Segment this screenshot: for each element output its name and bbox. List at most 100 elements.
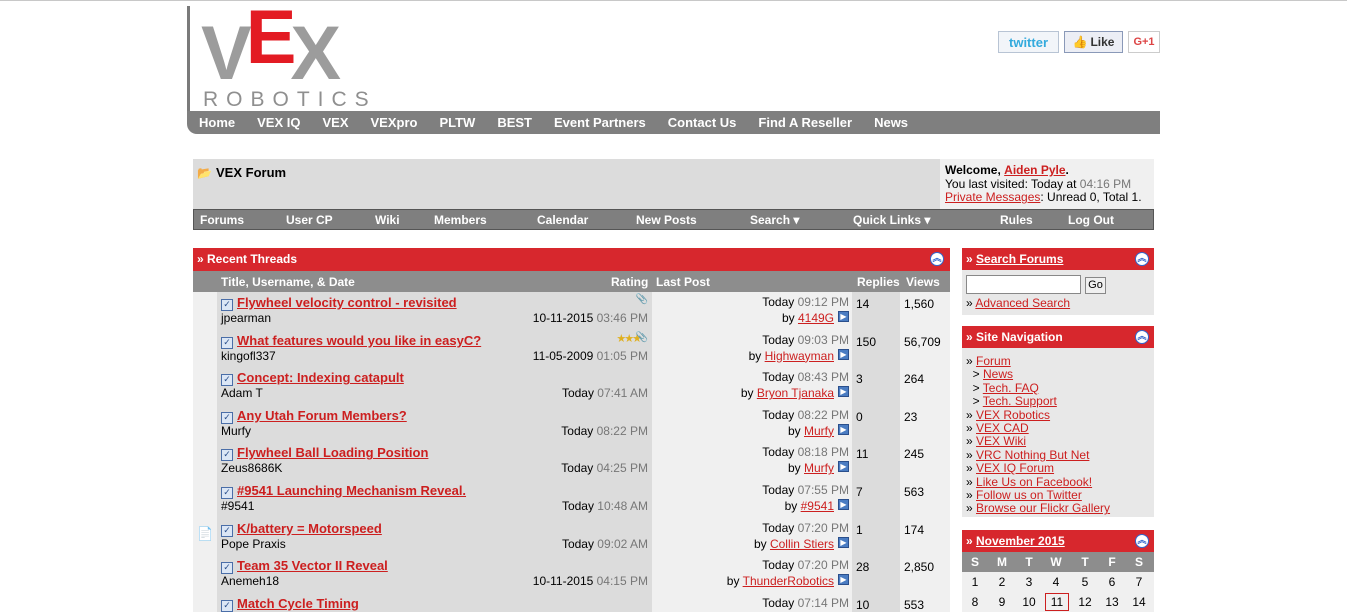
thread-title-link[interactable]: What features would you like in easyC? — [237, 333, 481, 348]
calendar-month-link[interactable]: November 2015 — [976, 534, 1065, 548]
thread-title-link[interactable]: Flywheel velocity control - revisited — [237, 295, 457, 310]
go-to-last-post-icon[interactable]: ▶ — [838, 311, 849, 322]
main-nav-item[interactable]: VEX — [322, 115, 348, 130]
sub-nav-item[interactable]: New Posts — [636, 213, 697, 227]
private-messages-link[interactable]: Private Messages — [945, 190, 1040, 204]
sub-nav-item[interactable]: User CP — [286, 213, 333, 227]
last-post-user-link[interactable]: Collin Stiers — [770, 537, 834, 551]
calendar-day[interactable]: 5 — [1074, 575, 1096, 589]
site-nav-link[interactable]: Forum — [976, 354, 1011, 368]
collapse-icon[interactable]: ︽ — [1135, 534, 1149, 548]
main-nav-item[interactable]: News — [874, 115, 908, 130]
search-input[interactable] — [966, 275, 1081, 294]
site-nav-link[interactable]: VRC Nothing But Net — [976, 448, 1089, 462]
sub-nav-item[interactable]: Wiki — [375, 213, 400, 227]
last-post-user-link[interactable]: 4149G — [798, 311, 834, 325]
go-to-last-post-icon[interactable]: ▶ — [838, 386, 849, 398]
forum-title[interactable]: VEX Forum — [216, 165, 286, 180]
calendar-day[interactable]: 2 — [991, 575, 1013, 589]
sub-nav-item[interactable]: Members — [434, 213, 487, 227]
collapse-icon[interactable]: ︽ — [930, 252, 944, 266]
last-post-by: by Bryon Tjanaka — [740, 386, 834, 401]
go-to-last-post-icon[interactable]: ▶ — [838, 461, 849, 473]
main-nav-item[interactable]: BEST — [497, 115, 532, 130]
main-nav-item[interactable]: PLTW — [439, 115, 475, 130]
sub-nav-item[interactable]: Rules — [1000, 213, 1033, 227]
site-nav-link[interactable]: Like Us on Facebook! — [976, 475, 1092, 489]
facebook-like-button[interactable]: 👍 Like — [1064, 31, 1123, 53]
last-post-user-link[interactable]: Bryon Tjanaka — [757, 386, 834, 400]
site-nav-link[interactable]: News — [983, 367, 1013, 381]
sub-nav-item[interactable]: Log Out — [1068, 213, 1114, 227]
collapse-icon[interactable]: ︽ — [1135, 330, 1149, 344]
thread-title-link[interactable]: Team 35 Vector II Reveal — [237, 558, 388, 573]
sub-nav-item[interactable]: Forums — [200, 213, 244, 227]
calendar-day[interactable]: 14 — [1128, 595, 1150, 609]
main-nav-item[interactable]: Home — [199, 115, 235, 130]
thread-title-link[interactable]: Any Utah Forum Members? — [237, 408, 407, 423]
advanced-search-link[interactable]: Advanced Search — [975, 296, 1070, 310]
site-nav-link[interactable]: VEX Robotics — [976, 408, 1050, 422]
calendar-day[interactable]: 3 — [1018, 575, 1040, 589]
go-to-last-post-icon[interactable]: ▶ — [838, 423, 849, 435]
main-nav-item[interactable]: Find A Reseller — [758, 115, 852, 130]
col-rating[interactable]: Rating — [611, 275, 648, 289]
last-post-user-link[interactable]: #9541 — [801, 499, 834, 513]
calendar-day[interactable]: 13 — [1101, 595, 1123, 609]
thread-title-link[interactable]: Concept: Indexing catapult — [237, 370, 404, 385]
col-last-post[interactable]: Last Post — [656, 275, 710, 289]
site-nav-link[interactable]: VEX CAD — [976, 421, 1029, 435]
welcome-panel: Welcome, Aiden Pyle. You last visited: T… — [940, 159, 1154, 209]
main-nav-item[interactable]: Contact Us — [668, 115, 737, 130]
calendar-week: 8 9 10 11 12 13 14 — [962, 592, 1154, 612]
calendar-day[interactable]: 1 — [964, 575, 986, 589]
twitter-button[interactable]: twitter — [998, 31, 1059, 53]
last-post-date: Today 07:14 PM — [762, 595, 849, 610]
search-forums-title[interactable]: Search Forums — [976, 252, 1063, 266]
username-link[interactable]: Aiden Pyle — [1004, 163, 1065, 177]
site-nav-link[interactable]: Follow us on Twitter — [976, 488, 1082, 502]
site-nav-item: > Tech. Support — [966, 394, 1057, 409]
calendar-day[interactable]: 9 — [991, 595, 1013, 609]
col-title[interactable]: Title, Username, & Date — [221, 275, 355, 289]
thread-title-link[interactable]: Match Cycle Timing — [237, 596, 359, 611]
site-header: VEX ROBOTICS twitter 👍 Like G+1 Home VEX I… — [187, 0, 1160, 134]
calendar-day[interactable]: 8 — [964, 595, 986, 609]
main-nav-item[interactable]: VEX IQ — [257, 115, 300, 130]
go-to-last-post-icon[interactable]: ▶ — [838, 348, 849, 360]
collapse-icon[interactable]: ︽ — [1135, 252, 1149, 266]
site-nav-link[interactable]: VEX Wiki — [976, 434, 1026, 448]
main-nav-item[interactable]: VEXpro — [371, 115, 418, 130]
go-to-last-post-icon[interactable]: ▶ — [838, 536, 849, 548]
go-to-last-post-icon[interactable]: ▶ — [838, 499, 849, 510]
calendar-day[interactable]: 12 — [1074, 595, 1096, 609]
thread-title-link[interactable]: Flywheel Ball Loading Position — [237, 445, 428, 460]
main-nav-item[interactable]: Event Partners — [554, 115, 646, 130]
thread-title-link[interactable]: #9541 Launching Mechanism Reveal. — [237, 483, 466, 498]
calendar-day[interactable]: 6 — [1101, 575, 1123, 589]
last-post-user-link[interactable]: Murfy — [804, 424, 834, 438]
calendar-day[interactable]: 7 — [1128, 575, 1150, 589]
calendar-day[interactable]: 11 — [1045, 593, 1069, 611]
last-post-user-link[interactable]: ThunderRobotics — [743, 574, 834, 588]
site-nav-link[interactable]: Tech. Support — [983, 394, 1057, 408]
calendar-day[interactable]: 4 — [1045, 575, 1067, 589]
last-post-user-link[interactable]: Murfy — [804, 461, 834, 475]
col-replies[interactable]: Replies — [857, 275, 900, 289]
col-views[interactable]: Views — [906, 275, 940, 289]
go-to-last-post-icon[interactable]: ▶ — [838, 574, 849, 586]
site-nav-link[interactable]: Tech. FAQ — [983, 381, 1039, 395]
sub-nav-item[interactable]: Search ▾ — [750, 213, 799, 227]
site-nav-link[interactable]: VEX IQ Forum — [976, 461, 1054, 475]
sub-nav-item[interactable]: Quick Links ▾ — [853, 213, 930, 227]
google-plus-button[interactable]: G+1 — [1128, 31, 1160, 53]
last-post-user-link[interactable]: Highwayman — [765, 349, 834, 363]
go-button[interactable]: Go — [1085, 277, 1106, 294]
site-nav-item: > Tech. FAQ — [966, 380, 1039, 395]
calendar-day[interactable]: 10 — [1018, 595, 1040, 609]
vex-robotics-logo[interactable]: VEX ROBOTICS — [201, 0, 411, 111]
sub-nav-item[interactable]: Calendar — [537, 213, 588, 227]
site-nav-link[interactable]: Browse our Flickr Gallery — [976, 501, 1110, 515]
threads-column-header: Title, Username, & Date Rating Last Post… — [193, 271, 950, 292]
thread-title-link[interactable]: K/battery = Motorspeed — [237, 521, 382, 536]
